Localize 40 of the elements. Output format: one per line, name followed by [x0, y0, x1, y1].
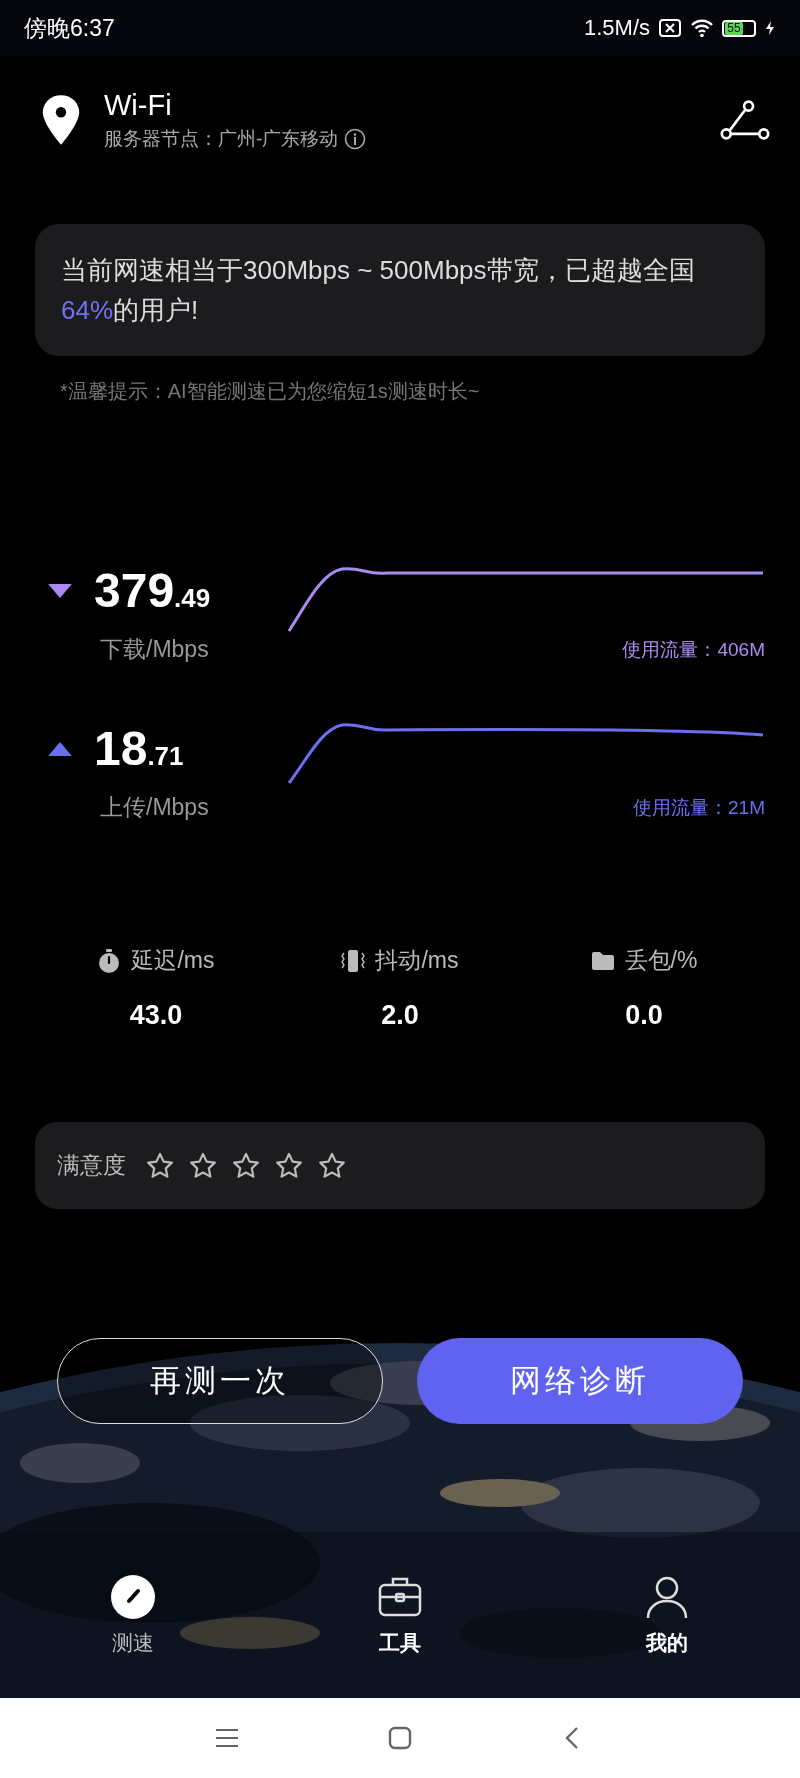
metric-label: 抖动/ms [375, 946, 459, 975]
rating-label: 满意度 [57, 1151, 126, 1180]
star-icon[interactable] [275, 1152, 303, 1179]
nav-tab[interactable]: 我的 [606, 1573, 727, 1657]
retest-button[interactable]: 再测一次 [57, 1338, 383, 1424]
server-label: 服务器节点：广州-广东移动 [104, 127, 339, 151]
data-usage: 使用流量：406M [622, 638, 765, 662]
metric-value: 0.0 [625, 1000, 663, 1031]
home-icon[interactable] [386, 1725, 414, 1751]
vibration-icon [341, 948, 366, 973]
nav-tab[interactable]: 测速 [73, 1573, 194, 1657]
clock: 傍晚6:37 [24, 13, 115, 43]
battery-icon: 55 [722, 19, 756, 37]
star-icon[interactable] [232, 1152, 260, 1179]
star-icon[interactable] [318, 1152, 346, 1179]
tip-text: *温馨提示：AI智能测速已为您缩短1s测速时长~ [60, 379, 481, 404]
metric-label: 丢包/% [624, 946, 698, 975]
star-icon[interactable] [146, 1152, 174, 1179]
data-usage: 使用流量：21M [633, 796, 765, 820]
charging-icon [764, 20, 776, 36]
metric-value: 2.0 [381, 1000, 419, 1031]
nav-tab[interactable]: 工具 [340, 1573, 460, 1657]
share-icon[interactable] [720, 99, 770, 141]
speed-unit: 上传/Mbps [100, 793, 210, 822]
metric-value: 43.0 [129, 1000, 183, 1031]
star-icon[interactable] [189, 1152, 217, 1179]
speed-value: 379.49 [94, 563, 211, 618]
diagnose-button[interactable]: 网络诊断 [417, 1338, 743, 1424]
info-icon[interactable] [344, 128, 367, 150]
sim-icon [658, 17, 682, 39]
location-icon [40, 94, 82, 146]
speed-summary: 当前网速相当于300Mbps ~ 500Mbps带宽，已超越全国 64%的用户! [61, 254, 696, 327]
wifi-icon [690, 17, 714, 39]
gauge-icon [109, 1573, 158, 1621]
speed-unit: 下载/Mbps [100, 635, 210, 664]
network-name: Wi-Fi [104, 88, 173, 122]
speed-value: 18.71 [94, 721, 184, 776]
metric-label: 延迟/ms [131, 946, 215, 975]
stopwatch-icon [97, 948, 122, 973]
network-speed: 1.5M/s [583, 15, 650, 41]
